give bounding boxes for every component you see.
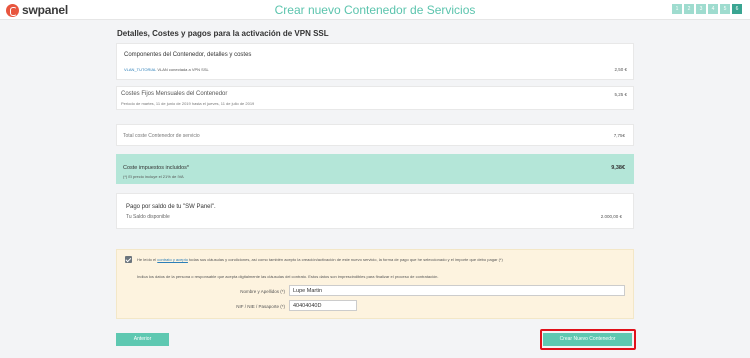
- balance-card: Pago por saldo de tu "SW Panel". Tu Sald…: [116, 193, 634, 229]
- balance-amount: 2.000,00 €: [600, 214, 622, 219]
- total-amount: 7,75€: [613, 133, 625, 138]
- top-bar: swpanel Crear nuevo Contenedor de Servic…: [0, 0, 750, 20]
- step-1[interactable]: 1: [672, 4, 682, 14]
- total-label: Total coste Contenedor de servicio: [123, 133, 200, 139]
- contract-acceptance-panel: He leído el contrato y acepto todas sus …: [116, 249, 634, 319]
- taxes-amount: 9,38€: [611, 165, 625, 171]
- accept-suffix: todas sus cláusulas y condiciones, así c…: [189, 257, 503, 262]
- create-container-button[interactable]: Crear Nuevo Contenedor: [543, 333, 632, 346]
- vlan-description: VLAN conectada a VPN SSL: [157, 67, 209, 72]
- component-amount: 2,50 €: [614, 67, 627, 72]
- id-label: NIF / NIE / Pasaporte (*): [236, 304, 285, 309]
- step-3[interactable]: 3: [696, 4, 706, 14]
- signer-instructions: Indica los datos de la persona o respons…: [137, 274, 439, 279]
- previous-button[interactable]: Anterior: [116, 333, 169, 346]
- total-card: Total coste Contenedor de servicio 7,75€: [116, 124, 634, 146]
- page-title: Crear nuevo Contenedor de Servicios: [274, 3, 476, 17]
- taxes-card: Coste impuestos incluidos* (*) El precio…: [116, 154, 634, 184]
- step-5[interactable]: 5: [720, 4, 730, 14]
- name-label: Nombre y Apellidos (*): [240, 289, 285, 294]
- step-6-current[interactable]: 6: [732, 4, 742, 14]
- fixed-costs-period: Periodo de martes, 11 de junio de 2019 h…: [121, 101, 255, 106]
- fixed-costs-amount: 5,25 €: [614, 92, 627, 97]
- accept-text: He leído el contrato y acepto todas sus …: [137, 257, 503, 262]
- accept-checkbox[interactable]: [125, 256, 132, 263]
- components-title: Componentes del Contenedor, detalles y c…: [124, 52, 252, 58]
- contract-link[interactable]: contrato y acepto: [157, 257, 188, 262]
- taxes-label: Coste impuestos incluidos*: [123, 165, 190, 171]
- fixed-costs-title: Costes Fijos Mensuales del Contenedor: [121, 91, 228, 97]
- accept-prefix: He leído el: [137, 257, 157, 262]
- balance-label: Tu Saldo disponible: [126, 214, 170, 220]
- section-heading: Detalles, Costes y pagos para la activac…: [117, 29, 329, 38]
- wizard-steps: 1 2 3 4 5 6: [672, 4, 742, 14]
- name-field[interactable]: [289, 285, 625, 296]
- step-2[interactable]: 2: [684, 4, 694, 14]
- component-item: VLAN_TUTORIAL VLAN conectada a VPN SSL: [124, 67, 209, 72]
- vlan-link[interactable]: VLAN_TUTORIAL: [124, 67, 156, 72]
- balance-title: Pago por saldo de tu "SW Panel".: [126, 204, 216, 210]
- components-card: Componentes del Contenedor, detalles y c…: [116, 43, 634, 80]
- step-4[interactable]: 4: [708, 4, 718, 14]
- fixed-costs-card: Costes Fijos Mensuales del Contenedor Pe…: [116, 86, 634, 110]
- id-document-field[interactable]: [289, 300, 357, 311]
- taxes-note: (*) El precio incluye el 21% de IVA: [123, 174, 184, 179]
